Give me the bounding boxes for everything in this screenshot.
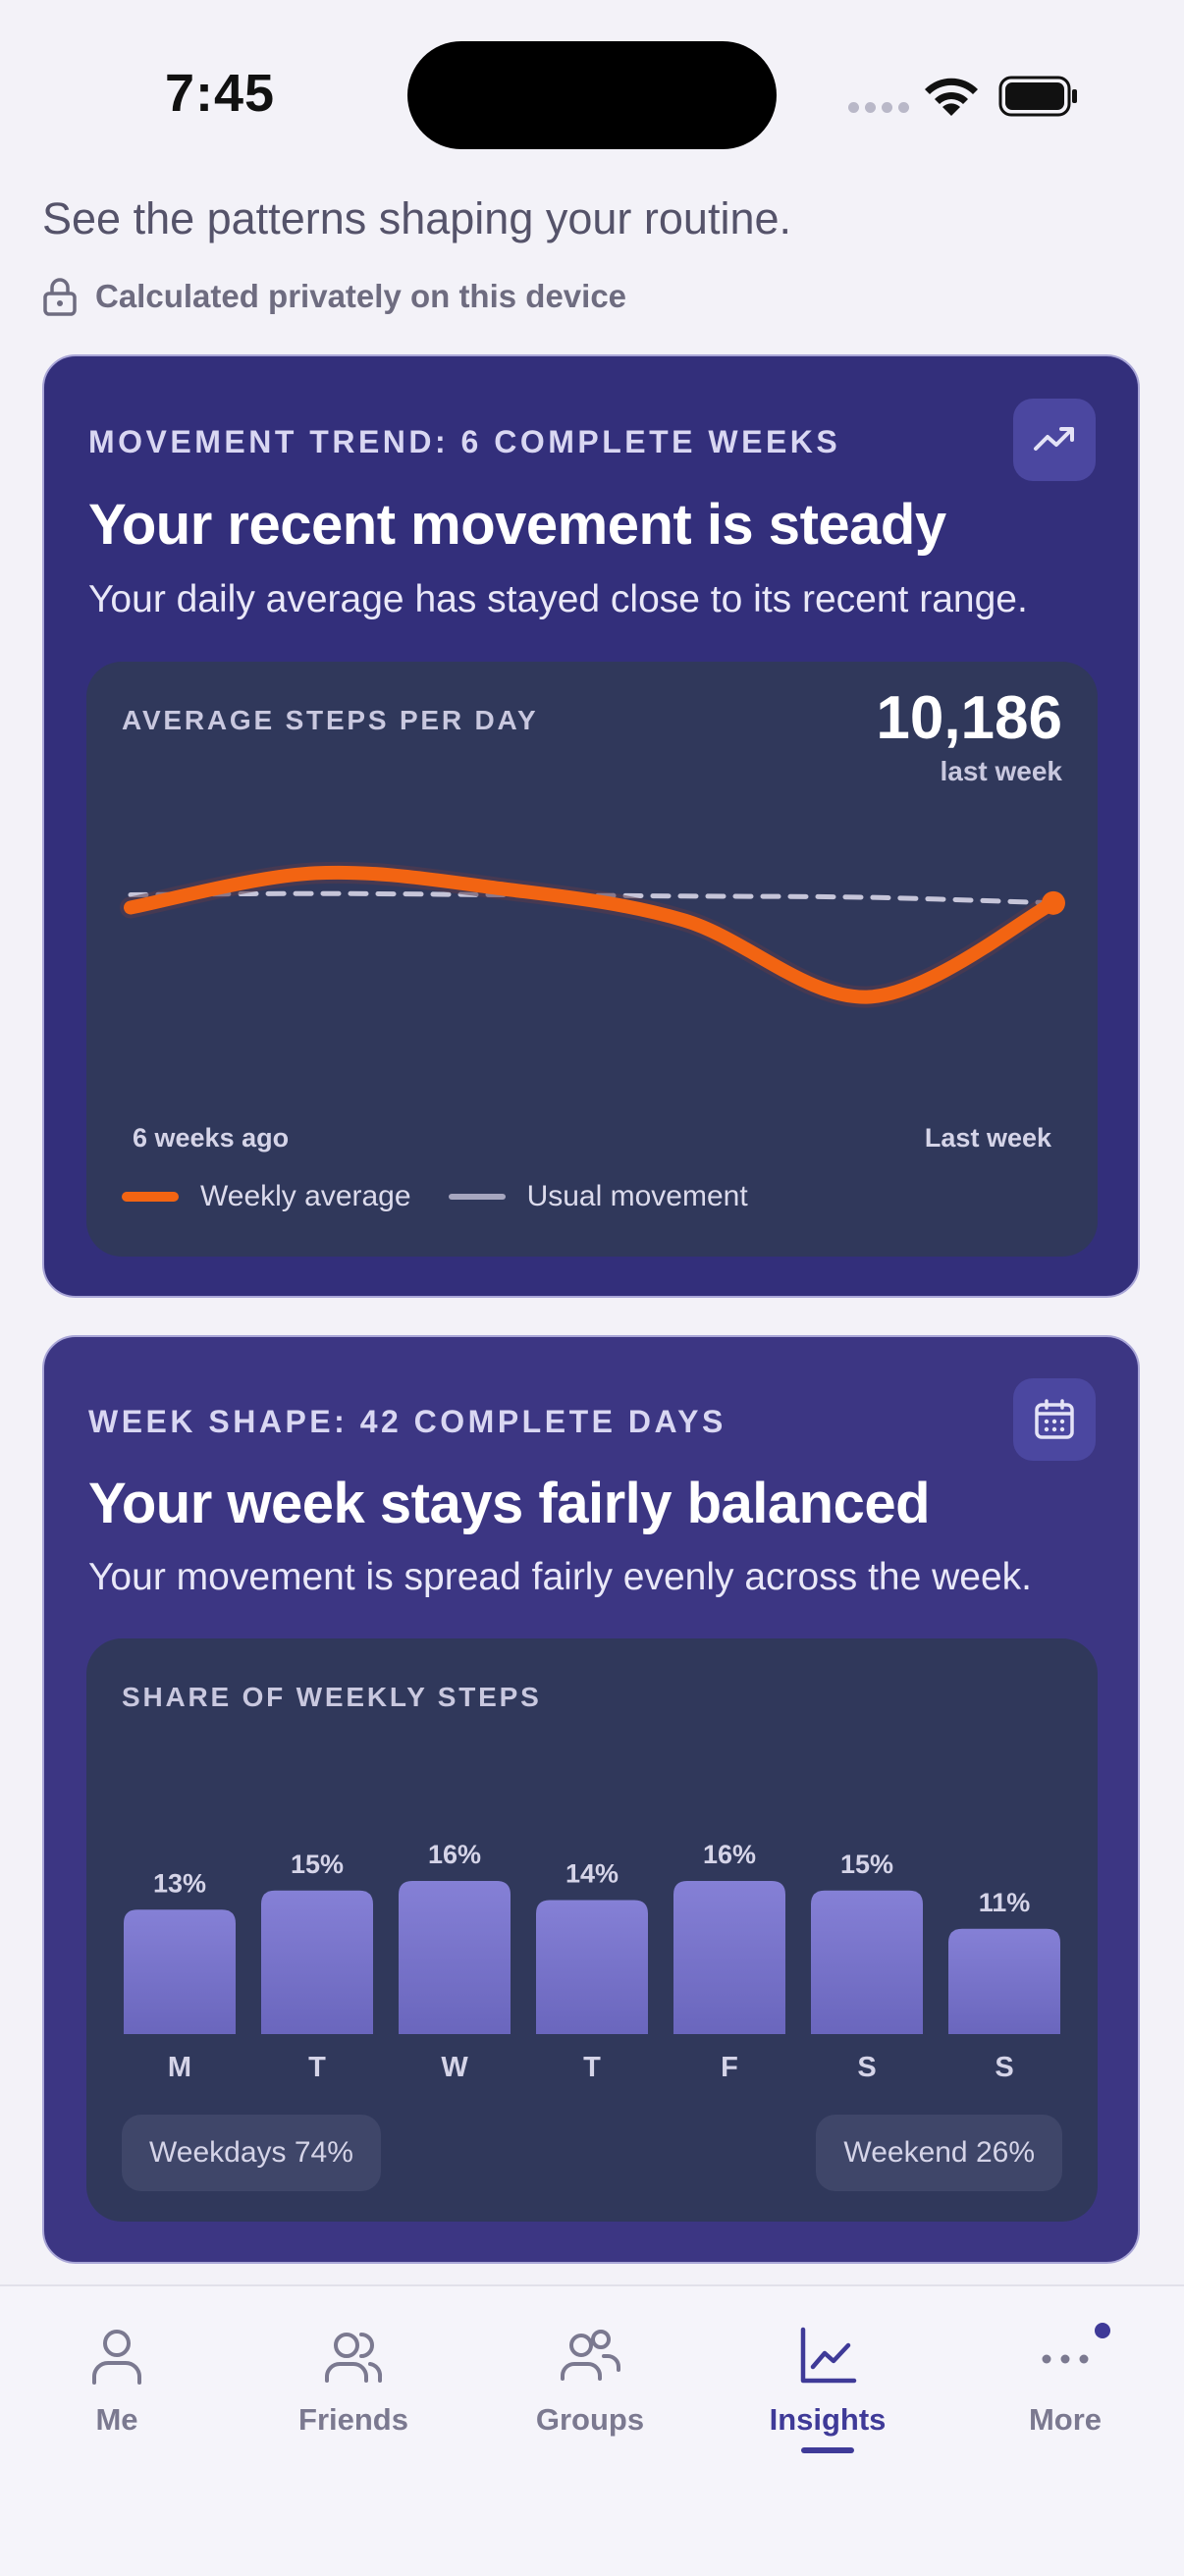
week-chart-panel: 13% M 15% T 16% W 14% T 16% F 15% S 11% S SHARE OF WE… [86,1638,1098,2222]
calendar-badge [1013,1378,1096,1461]
chart-legend: Weekly average Usual movement [122,1180,785,1213]
bar-day-label: M [168,2052,191,2083]
chart-label: SHARE OF WEEKLY STEPS [122,1682,542,1712]
bar-day-label: S [995,2052,1013,2083]
bar-day-label: T [308,2052,326,2083]
week-shape-card[interactable]: WEEK SHAPE: 42 COMPLETE DAYS Your week s… [42,1335,1140,2264]
cellular-signal-icon [848,102,909,113]
x-axis-start-label: 6 weeks ago [133,1123,290,1153]
weekend-share-pill: Weekend 26% [816,2115,1062,2191]
last-week-caption: last week [940,756,1062,786]
bar-1 [261,1890,373,2034]
trend-chart-panel: AVERAGE STEPS PER DAY 10,186 last week 6… [86,662,1098,1257]
tab-friends[interactable]: Friends [255,2324,452,2438]
card-kicker: WEEK SHAPE: 42 COMPLETE DAYS [88,1404,727,1439]
friends-icon [325,2333,383,2383]
weekdays-share-pill: Weekdays 74% [122,2115,381,2191]
legend-swatch-usual [448,1194,506,1200]
tab-label: Insights [769,2402,887,2437]
legend-label-usual: Usual movement [526,1180,748,1212]
active-tab-indicator [801,2447,854,2453]
privacy-note-text: Calculated privately on this device [95,278,627,314]
more-notification-dot [1091,2319,1114,2342]
tab-label: Groups [535,2402,645,2437]
bar-value-label: 14% [565,1859,619,1889]
bar-day-label: S [857,2052,876,2083]
last-week-point [1042,890,1065,915]
tab-label: Me [95,2402,138,2437]
bar-value-label: 16% [428,1840,481,1869]
groups-icon [561,2330,620,2381]
privacy-note: Calculated privately on this device [42,277,626,316]
legend-item-usual: Usual movement [448,1180,748,1213]
bar-2 [399,1881,511,2034]
movement-trend-card[interactable]: MOVEMENT TREND: 6 COMPLETE WEEKS Your re… [42,354,1140,1298]
bar-3 [536,1900,648,2034]
bar-value-label: 15% [840,1850,893,1879]
bar-4 [673,1881,785,2034]
bar-5 [811,1890,923,2034]
card-description: Your daily average has stayed close to i… [88,578,1028,620]
card-description: Your movement is spread fairly evenly ac… [88,1556,1033,1598]
lock-icon [43,278,77,316]
legend-swatch-weekly [122,1192,179,1202]
bar-day-label: F [721,2052,738,2083]
wifi-icon [925,78,978,116]
more-dots-icon [1042,2354,1089,2364]
tab-insights[interactable]: Insights [729,2324,926,2453]
bar-6 [948,1928,1060,2034]
page-subtitle: See the patterns shaping your routine. [42,193,792,243]
chart-label: AVERAGE STEPS PER DAY [122,705,539,735]
last-week-steps-value: 10,186 [876,684,1062,752]
bar-0 [124,1909,236,2034]
tab-me[interactable]: Me [19,2324,215,2438]
tab-more[interactable]: More [967,2324,1163,2438]
bar-value-label: 16% [703,1840,756,1869]
card-kicker: MOVEMENT TREND: 6 COMPLETE WEEKS [88,424,841,459]
tab-groups[interactable]: Groups [492,2324,688,2438]
calendar-icon [1035,1399,1074,1439]
bar-value-label: 13% [153,1868,206,1898]
battery-icon [998,76,1077,117]
x-axis-end-label: Last week [924,1123,1051,1153]
bar-value-label: 11% [979,1888,1031,1917]
legend-item-weekly: Weekly average [122,1180,411,1213]
bottom-tab-bar: Me Friends Groups Insights More [0,2284,1184,2576]
dynamic-island [407,41,777,149]
card-title: Your recent movement is steady [88,493,946,557]
tab-label: More [1028,2402,1103,2437]
bar-day-label: T [583,2052,601,2083]
trend-badge [1013,399,1096,481]
insights-chart-icon [800,2327,857,2384]
person-icon [92,2330,141,2385]
tab-label: Friends [298,2402,408,2437]
trend-up-icon [1034,427,1074,451]
bar-value-label: 15% [291,1850,344,1879]
legend-label-weekly: Weekly average [200,1180,411,1212]
status-time: 7:45 [165,64,276,123]
bar-day-label: W [441,2052,468,2083]
card-title: Your week stays fairly balanced [88,1472,931,1535]
